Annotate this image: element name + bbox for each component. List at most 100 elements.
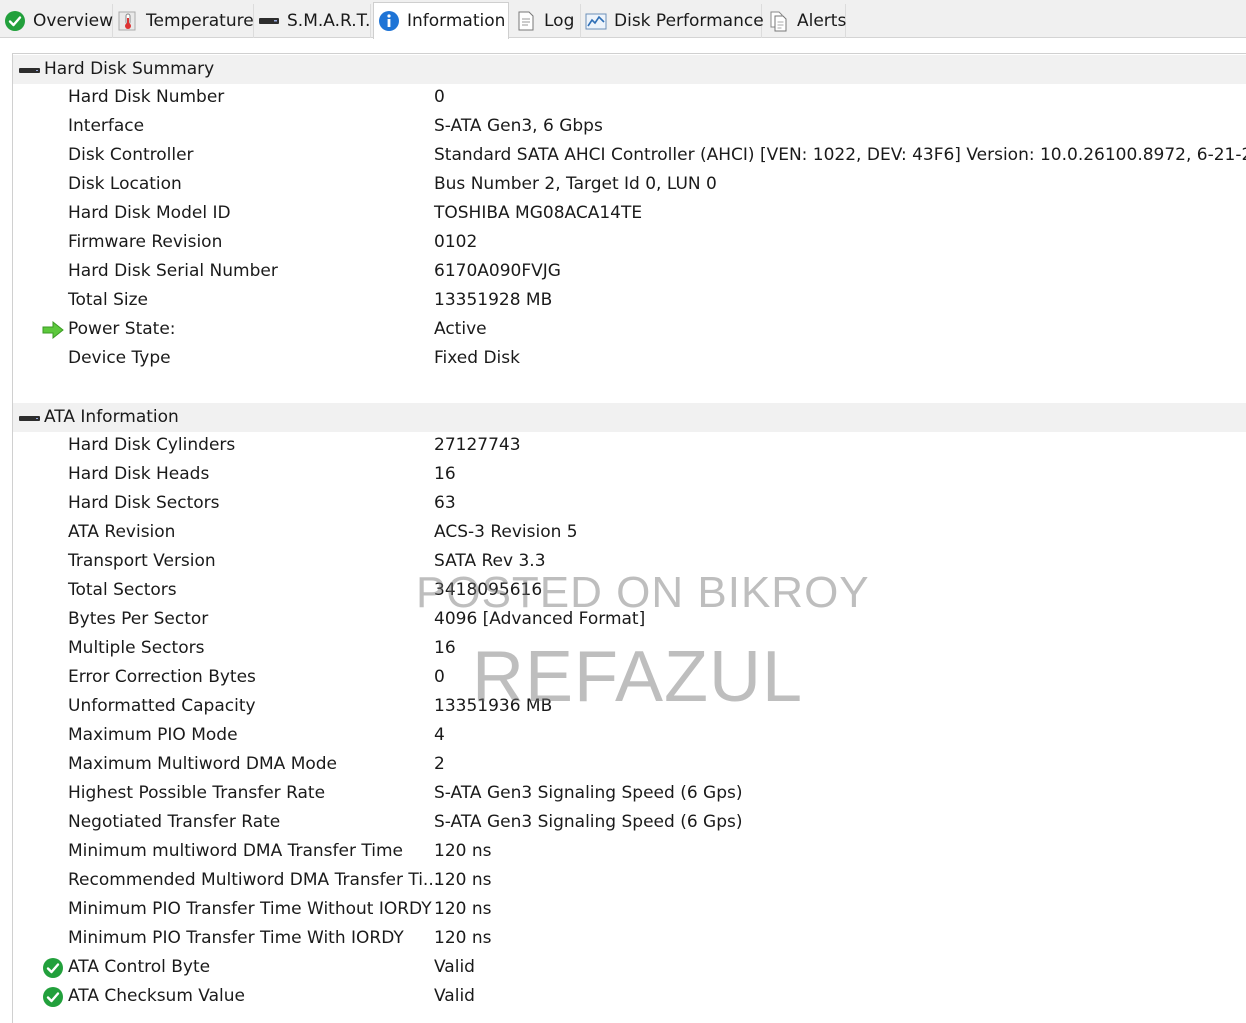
info-row[interactable]: Hard Disk Serial Number 6170A090FVJG: [13, 258, 1246, 287]
info-row[interactable]: Hard Disk Sectors 63: [13, 490, 1246, 519]
tab-label: Alerts: [797, 11, 847, 31]
tab-label: Disk Performance: [614, 11, 764, 31]
info-row[interactable]: Device Type Fixed Disk: [13, 345, 1246, 374]
info-row[interactable]: Hard Disk Cylinders 27127743: [13, 432, 1246, 461]
alert-document-icon: [768, 10, 790, 32]
tab-bar: Overview Temperature S.M.A.R.T. Informat…: [0, 0, 1246, 39]
row-label: ATA Revision: [68, 522, 176, 542]
row-label: Negotiated Transfer Rate: [68, 812, 281, 832]
row-label: Hard Disk Model ID: [68, 203, 231, 223]
tab-log[interactable]: Log: [511, 4, 581, 38]
info-row[interactable]: Maximum Multiword DMA Mode 2: [13, 751, 1246, 780]
row-value: TOSHIBA MG08ACA14TE: [434, 203, 643, 223]
info-row[interactable]: Recommended Multiword DMA Transfer Ti...…: [13, 867, 1246, 896]
row-label: Power State:: [68, 319, 176, 339]
info-row[interactable]: Total Size 13351928 MB: [13, 287, 1246, 316]
info-row[interactable]: Transport Version SATA Rev 3.3: [13, 548, 1246, 577]
section-header-ata[interactable]: ATA Information: [13, 403, 1246, 432]
green-arrow-icon: [42, 319, 64, 341]
tab-smart[interactable]: S.M.A.R.T.: [254, 4, 371, 38]
row-value: 0102: [434, 232, 478, 252]
info-row[interactable]: Error Correction Bytes 0: [13, 664, 1246, 693]
row-label: Firmware Revision: [68, 232, 223, 252]
tab-label: Information: [407, 11, 506, 31]
info-row[interactable]: Maximum PIO Mode 4: [13, 722, 1246, 751]
document-icon: [515, 10, 537, 32]
row-value: S-ATA Gen3 Signaling Speed (6 Gps): [434, 783, 743, 803]
row-label: Device Type: [68, 348, 171, 368]
info-icon: [378, 10, 400, 32]
row-label: Minimum PIO Transfer Time With IORDY: [68, 928, 404, 948]
info-row[interactable]: Multiple Sectors 16: [13, 635, 1246, 664]
info-row[interactable]: Highest Possible Transfer Rate S-ATA Gen3…: [13, 780, 1246, 809]
row-label: Minimum PIO Transfer Time Without IORDY: [68, 899, 432, 919]
row-label: Hard Disk Number: [68, 87, 225, 107]
row-value: 3418095616: [434, 580, 543, 600]
row-label: Interface: [68, 116, 145, 136]
disk-icon: [258, 10, 280, 32]
row-label: Unformatted Capacity: [68, 696, 256, 716]
row-value: 27127743: [434, 435, 521, 455]
row-value: 0: [434, 667, 445, 687]
info-row[interactable]: Unformatted Capacity 13351936 MB: [13, 693, 1246, 722]
check-circle-icon: [4, 10, 26, 32]
row-label: Minimum multiword DMA Transfer Time: [68, 841, 403, 861]
info-row[interactable]: Bytes Per Sector 4096 [Advanced Format]: [13, 606, 1246, 635]
row-value: 120 ns: [434, 928, 492, 948]
tab-label: Log: [544, 11, 575, 31]
info-row[interactable]: Minimum multiword DMA Transfer Time 120 n…: [13, 838, 1246, 867]
row-label: ATA Control Byte: [68, 957, 211, 977]
tab-information[interactable]: Information: [373, 2, 509, 39]
row-value: 2: [434, 754, 445, 774]
check-circle-icon: [42, 957, 64, 979]
row-value: 0: [434, 87, 445, 107]
tab-disk-performance[interactable]: Disk Performance: [581, 4, 764, 38]
check-circle-icon: [42, 986, 64, 1008]
row-label: Total Size: [68, 290, 149, 310]
info-row[interactable]: Minimum PIO Transfer Time With IORDY 120 …: [13, 925, 1246, 954]
disk-icon: [19, 68, 40, 73]
information-panel[interactable]: Hard Disk Summary Hard Disk Number 0 Inter…: [12, 53, 1246, 1023]
info-row[interactable]: Interface S-ATA Gen3, 6 Gbps: [13, 113, 1246, 142]
row-label: ATA Checksum Value: [68, 986, 245, 1006]
row-label: Hard Disk Heads: [68, 464, 210, 484]
tab-overview[interactable]: Overview: [0, 4, 113, 38]
info-row[interactable]: Total Sectors 3418095616: [13, 577, 1246, 606]
row-value: Valid: [434, 957, 475, 977]
row-value: Standard SATA AHCI Controller (AHCI) [VE…: [434, 145, 1246, 165]
section-title: Hard Disk Summary: [44, 59, 215, 79]
row-value: SATA Rev 3.3: [434, 551, 546, 571]
info-row[interactable]: Hard Disk Number 0: [13, 84, 1246, 113]
info-row[interactable]: Power State: Active: [13, 316, 1246, 345]
info-row[interactable]: ATA Revision ACS-3 Revision 5: [13, 519, 1246, 548]
chart-icon: [585, 10, 607, 32]
row-value: 4096 [Advanced Format]: [434, 609, 646, 629]
row-value: 16: [434, 464, 456, 484]
row-value: 13351928 MB: [434, 290, 553, 310]
info-row[interactable]: Disk Location Bus Number 2, Target Id 0, …: [13, 171, 1246, 200]
section-header-summary[interactable]: Hard Disk Summary: [13, 55, 1246, 84]
row-value: Bus Number 2, Target Id 0, LUN 0: [434, 174, 717, 194]
info-row[interactable]: ATA Control Byte Valid: [13, 954, 1246, 983]
thermometer-icon: [117, 10, 139, 32]
row-value: Valid: [434, 986, 475, 1006]
row-label: Total Sectors: [68, 580, 177, 600]
tab-temperature[interactable]: Temperature: [113, 4, 254, 38]
tab-label: Temperature: [146, 11, 254, 31]
row-value: 13351936 MB: [434, 696, 553, 716]
info-row[interactable]: Hard Disk Model ID TOSHIBA MG08ACA14TE: [13, 200, 1246, 229]
tab-alerts[interactable]: Alerts: [764, 4, 846, 38]
info-row[interactable]: Firmware Revision 0102: [13, 229, 1246, 258]
info-row[interactable]: Hard Disk Heads 16: [13, 461, 1246, 490]
row-value: 4: [434, 725, 445, 745]
row-value: Active: [434, 319, 487, 339]
row-label: Disk Location: [68, 174, 182, 194]
info-row[interactable]: Negotiated Transfer Rate S-ATA Gen3 Signa…: [13, 809, 1246, 838]
disk-icon: [19, 416, 40, 421]
info-row[interactable]: Minimum PIO Transfer Time Without IORDY 1…: [13, 896, 1246, 925]
row-label: Error Correction Bytes: [68, 667, 256, 687]
row-value: 6170A090FVJG: [434, 261, 561, 281]
info-row[interactable]: Disk Controller Standard SATA AHCI Contro…: [13, 142, 1246, 171]
row-label: Multiple Sectors: [68, 638, 205, 658]
info-row[interactable]: ATA Checksum Value Valid: [13, 983, 1246, 1012]
